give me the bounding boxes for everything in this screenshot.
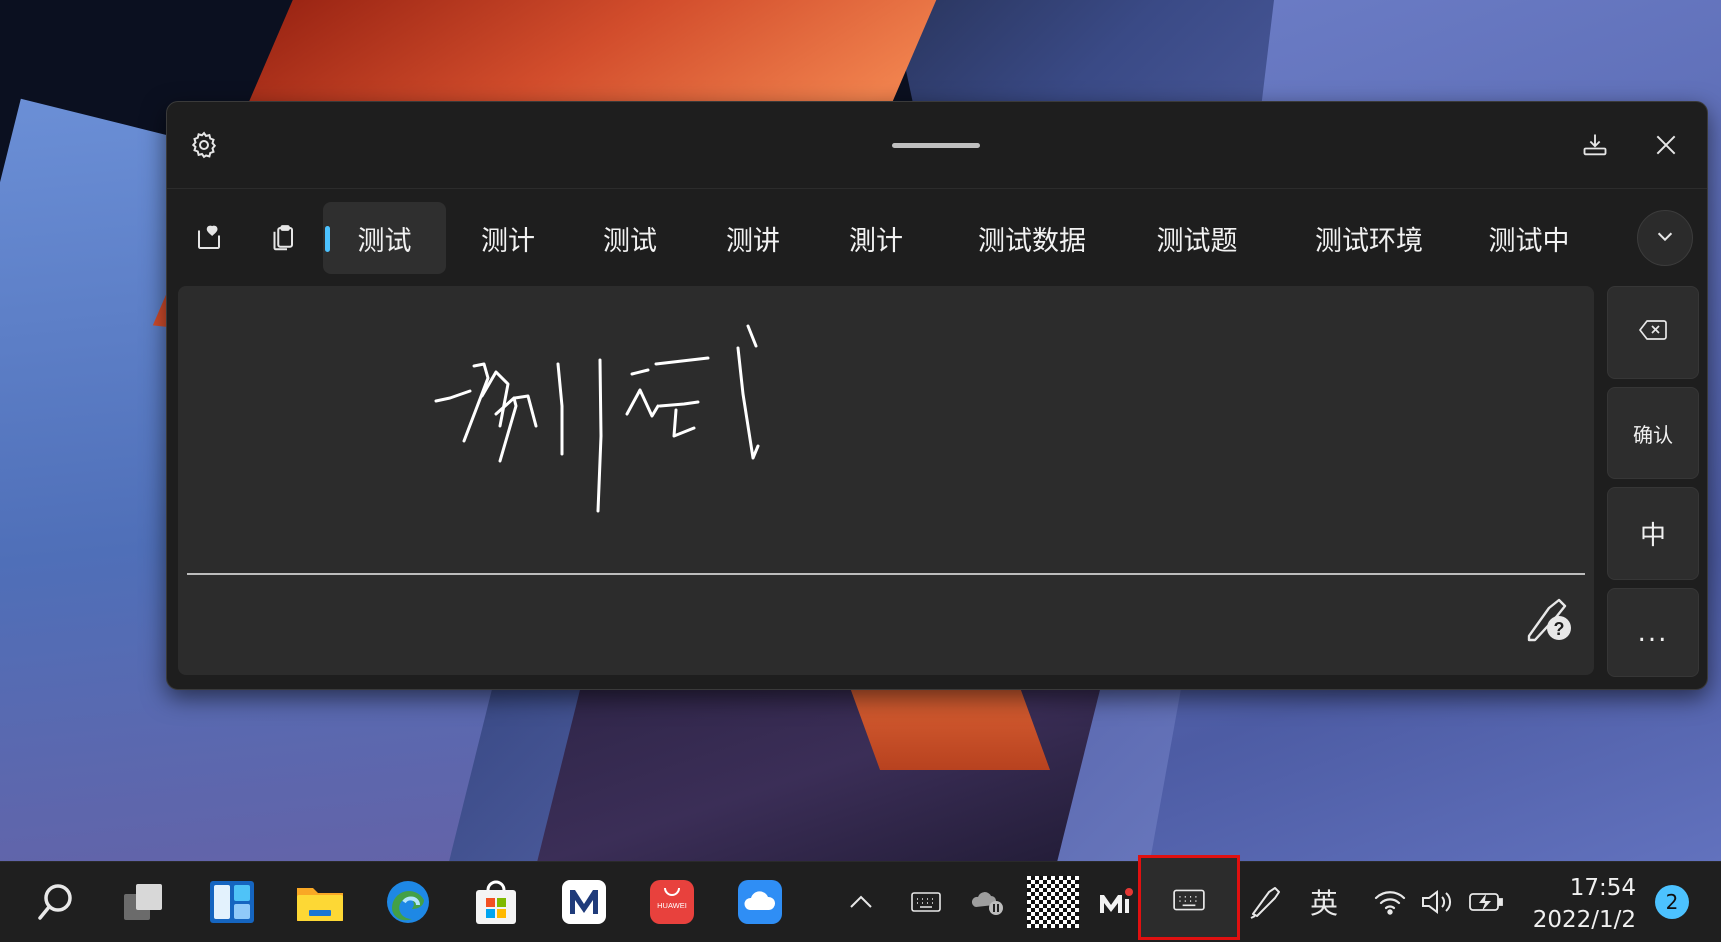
baseline-divider <box>187 573 1585 575</box>
handwriting-help-icon[interactable]: ? <box>1521 592 1575 646</box>
task-view-icon[interactable] <box>114 874 174 930</box>
drag-handle[interactable] <box>892 143 980 148</box>
candidate-item[interactable]: 测讲 <box>698 202 808 274</box>
svg-text:?: ? <box>1554 619 1565 639</box>
search-icon[interactable] <box>26 874 86 930</box>
imi-icon[interactable] <box>554 874 614 930</box>
close-icon[interactable] <box>1647 126 1685 164</box>
candidate-item[interactable]: 测试数据 <box>957 202 1107 274</box>
widgets-icon[interactable] <box>202 874 262 930</box>
store-icon[interactable] <box>466 874 526 930</box>
panel-title-bar[interactable] <box>167 102 1707 189</box>
clipboard-icon[interactable] <box>262 218 302 258</box>
taskbar: HUAWEI 英 17:54 2022/1/2 2 <box>0 855 1721 942</box>
checkerboard-icon[interactable] <box>1025 876 1081 928</box>
svg-text:HUAWEI: HUAWEI <box>657 901 687 910</box>
huawei-appgallery-icon[interactable]: HUAWEI <box>642 874 702 930</box>
settings-icon[interactable] <box>187 128 221 162</box>
dock-icon[interactable] <box>1576 126 1614 164</box>
file-explorer-icon[interactable] <box>290 874 350 930</box>
chevron-up-icon[interactable] <box>843 876 879 928</box>
clock-time: 17:54 <box>1569 875 1636 901</box>
clock-date: 2022/1/2 <box>1532 907 1636 933</box>
confirm-button[interactable]: 确认 <box>1607 387 1699 479</box>
chevron-down-icon <box>1654 225 1676 251</box>
favorites-icon[interactable] <box>189 218 229 258</box>
wifi-icon[interactable] <box>1370 876 1410 928</box>
candidate-item[interactable]: 测试 <box>575 202 685 274</box>
pen-icon[interactable] <box>1245 876 1285 928</box>
candidate-item[interactable]: 测试环境 <box>1294 202 1444 274</box>
notification-badge[interactable]: 2 <box>1655 885 1689 919</box>
language-toggle-button[interactable]: 中 <box>1607 487 1699 580</box>
handwriting-strokes <box>434 324 760 513</box>
ime-mode-indicator[interactable]: 英 <box>1304 876 1344 928</box>
keyboard-icon <box>1141 874 1237 926</box>
candidate-item[interactable]: 测试 <box>323 202 446 274</box>
backspace-icon <box>1638 318 1668 347</box>
candidate-item[interactable]: 测试题 <box>1137 202 1257 274</box>
imi-tray-icon[interactable] <box>1096 876 1136 928</box>
system-clock[interactable]: 17:54 2022/1/2 <box>1518 872 1636 936</box>
touch-keyboard-button[interactable] <box>1138 855 1240 940</box>
candidate-item[interactable]: 测试中 <box>1469 202 1589 274</box>
candidate-item[interactable]: 测计 <box>453 202 563 274</box>
edge-icon[interactable] <box>378 874 438 930</box>
keyboard-icon[interactable] <box>906 876 946 928</box>
handwriting-panel: 测试 测计 测试 测讲 測计 测试数据 测试题 测试环境 测试中 ? 确认 中 … <box>166 101 1708 690</box>
volume-icon[interactable] <box>1416 876 1456 928</box>
onedrive-paused-icon[interactable] <box>968 876 1008 928</box>
candidate-item[interactable]: 測计 <box>821 202 931 274</box>
more-button[interactable]: ... <box>1607 588 1699 677</box>
candidate-bar: 测试 测计 测试 测讲 測计 测试数据 测试题 测试环境 测试中 <box>167 188 1707 286</box>
handwriting-canvas[interactable]: ? <box>178 286 1594 675</box>
cloud-icon[interactable] <box>730 874 790 930</box>
backspace-button[interactable] <box>1607 286 1699 379</box>
battery-charging-icon[interactable] <box>1464 876 1508 928</box>
expand-candidates-button[interactable] <box>1637 210 1693 266</box>
